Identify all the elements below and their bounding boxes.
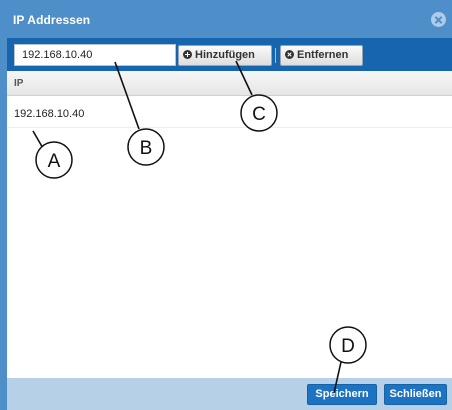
x-circle-icon [285,50,294,59]
ip-address-input[interactable]: 192.168.10.40 [14,44,176,66]
plus-circle-icon [183,50,192,59]
add-button[interactable]: Hinzufügen [178,45,272,66]
close-button[interactable]: Schließen [384,384,447,405]
toolbar: 192.168.10.40 Hinzufügen Entfernen [7,38,452,71]
save-button[interactable]: Speichern [307,384,377,405]
close-icon[interactable] [431,12,446,27]
dialog-titlebar[interactable]: IP Addressen [0,0,452,38]
ip-cell: 192.168.10.40 [14,108,85,120]
dialog-footer: Speichern Schließen [7,378,452,410]
ip-grid: IP 192.168.10.40 [7,71,452,378]
remove-button[interactable]: Entfernen [280,45,363,66]
dialog-title: IP Addressen [13,13,91,27]
add-button-label: Hinzufügen [195,49,255,61]
remove-button-label: Entfernen [297,49,349,61]
toolbar-separator [275,48,276,63]
column-header-ip[interactable]: IP [14,78,23,89]
grid-header: IP [7,71,452,96]
ip-addresses-dialog: IP Addressen 192.168.10.40 Hinzufügen En… [0,0,452,410]
table-row[interactable]: 192.168.10.40 [7,101,452,128]
